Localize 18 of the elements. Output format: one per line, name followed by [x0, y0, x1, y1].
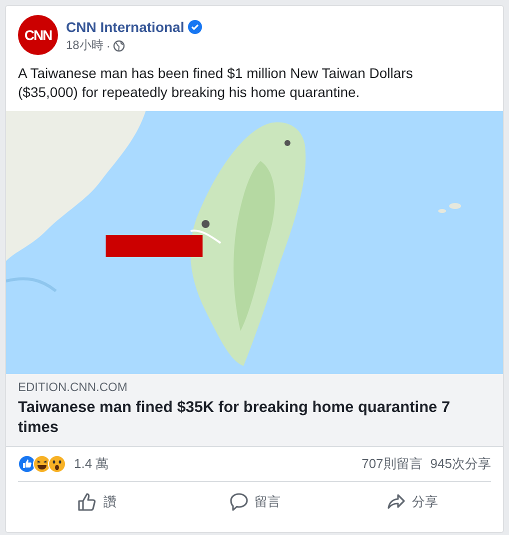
post-message: A Taiwanese man has been fined $1 million New Taiwan Dollars ($35,000) for repeatedly breaking his home quarantine.: [17, 64, 414, 102]
share-count[interactable]: 945次分享: [430, 455, 491, 473]
separator-dot: ·: [106, 38, 110, 52]
page-logo[interactable]: CNN: [18, 15, 58, 55]
speech-bubble-icon: [228, 492, 248, 512]
thumbs-up-icon: [77, 492, 98, 512]
comment-count[interactable]: 707則留言: [362, 455, 422, 473]
link-domain[interactable]: EDITION.CNN.COM: [18, 380, 491, 394]
share-arrow-icon: [386, 492, 406, 512]
globe-icon: [113, 40, 126, 52]
post-time[interactable]: 18小時: [66, 37, 104, 54]
author-name[interactable]: CNN International: [66, 19, 184, 35]
reaction-count[interactable]: 1.4 萬: [74, 455, 109, 473]
comment-button[interactable]: 留言: [176, 486, 334, 518]
share-button[interactable]: 分享: [333, 486, 492, 518]
like-button[interactable]: 讚: [18, 486, 176, 518]
link-title[interactable]: Taiwanese man fined $35K for breaking home quarantine 7 times: [18, 398, 491, 438]
surprised-face-icon: [48, 455, 66, 473]
